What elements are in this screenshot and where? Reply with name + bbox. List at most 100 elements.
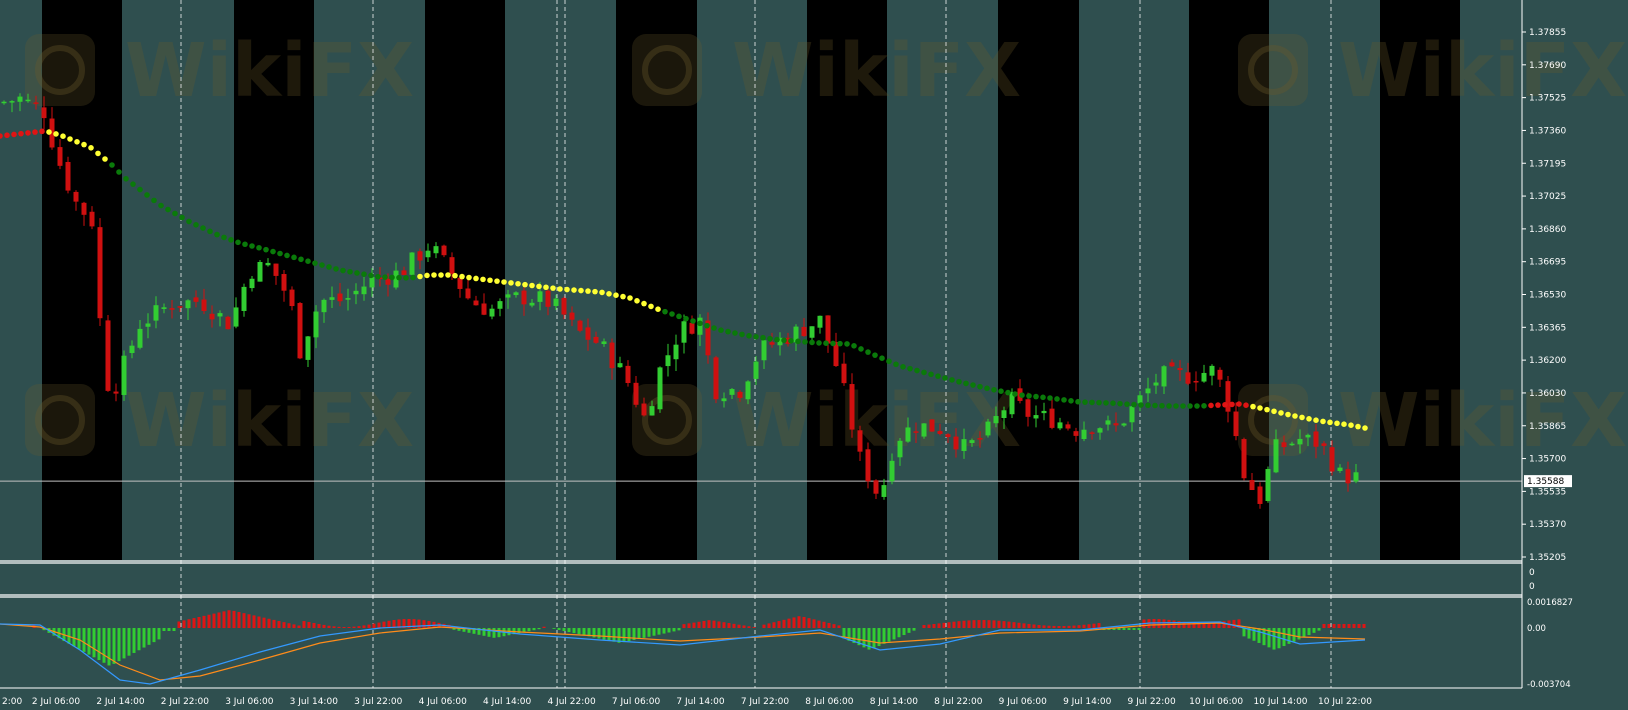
candle-body [609, 342, 615, 369]
y-tick-label: 1.36530 [1529, 291, 1566, 301]
histogram-bar [92, 628, 96, 658]
histogram-bar [887, 628, 891, 642]
histogram-bar [832, 624, 836, 628]
candle-body [1281, 442, 1287, 448]
moving-average-dot [186, 218, 192, 225]
candle-body [961, 439, 967, 451]
moving-average-dot [914, 367, 920, 374]
candle-body [505, 294, 511, 298]
histogram-bar [262, 617, 266, 628]
histogram-bar [297, 625, 301, 628]
moving-average-dot [865, 349, 871, 355]
candle-body [689, 322, 695, 334]
moving-average-dot [333, 266, 339, 272]
histogram-bar [322, 624, 326, 628]
candle-body [673, 344, 679, 360]
watermark-logo: WikiFX [1238, 28, 1627, 114]
histogram-bar [772, 622, 776, 628]
moving-average-dot [1047, 395, 1053, 401]
moving-average-dot [130, 181, 136, 187]
histogram-bar [712, 620, 716, 628]
moving-average-dot [172, 210, 178, 217]
histogram-bar [1242, 628, 1246, 637]
moving-average-dot [396, 274, 402, 281]
histogram-bar [1292, 628, 1296, 642]
candle-body [937, 431, 943, 434]
candle-body [1217, 369, 1223, 380]
candle-body [657, 367, 663, 410]
candle-body [297, 303, 303, 359]
moving-average-dot [354, 270, 360, 276]
histogram-bar [1127, 628, 1131, 630]
candle-body [1161, 366, 1167, 387]
histogram-bar [1017, 622, 1021, 628]
histogram-bar [87, 628, 91, 655]
candle-body [825, 315, 831, 344]
moving-average-dot [977, 383, 983, 390]
candle-body [465, 288, 471, 299]
histogram-bar [247, 614, 251, 628]
histogram-bar [132, 628, 136, 653]
watermark-logo: WikiFX [25, 28, 414, 114]
moving-average-dot [1348, 422, 1354, 429]
candle-body [249, 278, 255, 289]
moving-average-dot [788, 338, 794, 344]
moving-average-dot [1138, 402, 1144, 408]
moving-average-dot [837, 340, 843, 347]
moving-average-dot [1313, 417, 1319, 424]
moving-average-dot [81, 141, 87, 148]
watermark-text: WikiFX [732, 378, 1021, 464]
histogram-bar [622, 628, 626, 643]
moving-average-dot [830, 340, 836, 347]
moving-average-dot [599, 289, 605, 296]
histogram-bar [647, 628, 651, 637]
histogram-bar [1047, 625, 1051, 628]
moving-average-dot [1124, 401, 1130, 407]
candle-body [9, 101, 15, 103]
histogram-bar [897, 628, 901, 638]
histogram-bar [1332, 624, 1336, 628]
candle-body [809, 326, 815, 338]
histogram-bar [302, 621, 306, 628]
histogram-bar [752, 627, 756, 628]
histogram-bar [1337, 624, 1341, 628]
moving-average-dot [165, 206, 171, 213]
candle-body [1233, 411, 1239, 437]
histogram-bar [1002, 621, 1006, 628]
candle-body [1049, 408, 1055, 428]
candle-body [497, 301, 503, 309]
candle-body [1313, 431, 1319, 447]
moving-average-dot [1264, 406, 1270, 413]
moving-average-dot [263, 246, 269, 253]
moving-average-dot [725, 328, 731, 335]
moving-average-dot [1019, 392, 1025, 399]
histogram-bar [187, 619, 191, 628]
moving-average-dot [627, 295, 633, 301]
candle-body [577, 320, 583, 331]
forex-chart: WikiFX WikiFX WikiFX WikiFX WikiFX WikiFX 1.3… [0, 0, 1628, 710]
candle-body [169, 308, 175, 310]
histogram-bar [957, 621, 961, 628]
moving-average-dot [963, 380, 969, 387]
histogram-bar [1347, 624, 1351, 628]
histogram-bar [987, 620, 991, 628]
candle-body [553, 298, 559, 306]
candle-body [385, 278, 391, 285]
moving-average-dot [473, 275, 479, 282]
moving-average-dot [46, 129, 52, 135]
histogram-bar [1312, 628, 1316, 633]
candle-body [473, 300, 479, 306]
moving-average-dot [970, 382, 976, 388]
candle-body [337, 293, 343, 302]
histogram-bar [1257, 628, 1261, 643]
session-band [425, 0, 505, 560]
candle-body [105, 320, 111, 391]
x-tick-label: 3 Jul 22:00 [354, 697, 403, 707]
histogram-bar [1042, 625, 1046, 628]
y-tick-label: 1.36695 [1529, 258, 1566, 268]
candle-body [273, 263, 279, 276]
candle-body [81, 202, 87, 215]
histogram-bar [152, 628, 156, 643]
histogram-bar [552, 628, 556, 629]
candle-body [769, 342, 775, 345]
